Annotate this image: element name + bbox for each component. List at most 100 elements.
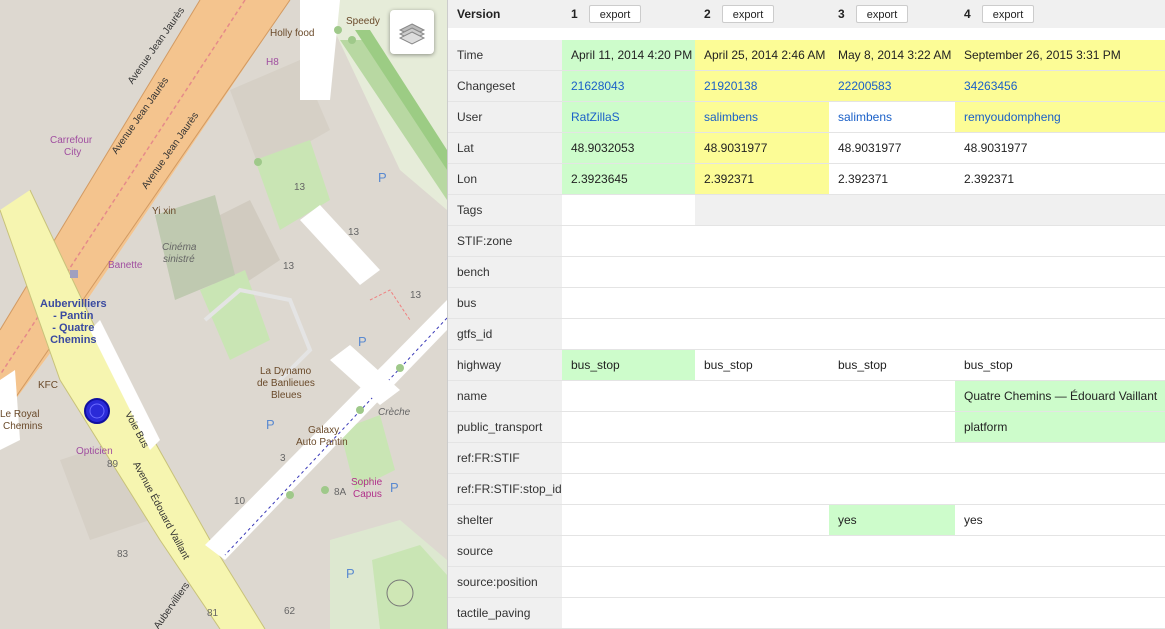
row-value-cell — [695, 195, 829, 225]
row-value-cell: yes — [829, 505, 955, 535]
row-value-cell — [562, 536, 695, 566]
row-value-cell — [829, 443, 955, 473]
row-link-cell[interactable]: RatZillaS — [562, 102, 695, 132]
row-value-cell: bus_stop — [704, 358, 753, 372]
row-value-cell — [695, 443, 829, 473]
row-value-cell — [955, 195, 1165, 225]
row-value-cell — [562, 505, 695, 535]
row-value-cell — [829, 412, 955, 442]
export-button[interactable]: export — [856, 5, 908, 23]
poi-label: Auto Pantin — [296, 437, 348, 448]
poi-label: Opticien — [76, 446, 113, 457]
row-value-cell: May 8, 2014 3:22 AM — [829, 40, 955, 70]
row-link-cell[interactable]: 34263456 — [955, 71, 1165, 101]
history-row-ref-fr-stif-stop-id: ref:FR:STIF:stop_id — [448, 474, 1165, 505]
export-button[interactable]: export — [589, 5, 641, 23]
row-value-cell: 48.9032053 — [562, 133, 695, 163]
parking-icon: P — [358, 334, 367, 349]
house-number: 13 — [348, 227, 360, 238]
version-label: Version — [457, 7, 501, 21]
row-key: name — [448, 381, 562, 411]
row-key: Lat — [448, 133, 562, 163]
row-value-cell — [955, 443, 1165, 473]
row-key: Tags — [448, 195, 562, 225]
house-number: 13 — [294, 182, 306, 193]
row-value-cell: 48.9031977 — [695, 133, 829, 163]
poi-label: Sophie — [351, 477, 383, 488]
row-value-cell: 2.392371 — [838, 172, 889, 186]
house-number: 89 — [107, 459, 119, 470]
row-key: source — [448, 536, 562, 566]
header-gap — [448, 28, 1165, 39]
history-row-public-transport: public_transport platform — [448, 412, 1165, 443]
row-value-cell — [829, 381, 955, 411]
poi-label: KFC — [38, 380, 58, 391]
layers-icon — [398, 23, 426, 45]
row-link-cell[interactable]: salimbens — [829, 102, 955, 132]
row-value-cell — [829, 319, 955, 349]
version-number: 2 — [704, 7, 711, 21]
stop-label-line: - Quatre — [52, 322, 95, 334]
row-value-cell — [695, 319, 829, 349]
row-value-cell — [955, 257, 1165, 287]
history-row-shelter: shelter yes yes — [448, 505, 1165, 536]
row-link-cell[interactable]: remyoudompheng — [955, 102, 1165, 132]
poi-label: Carrefour — [50, 135, 93, 146]
row-value-cell — [562, 226, 695, 256]
row-key: tactile_paving — [448, 598, 562, 628]
export-button[interactable]: export — [722, 5, 774, 23]
row-value-cell — [695, 381, 829, 411]
row-value-cell — [562, 598, 695, 628]
row-link-cell[interactable]: salimbens — [695, 102, 829, 132]
row-value-cell — [695, 536, 829, 566]
row-value-cell — [562, 195, 695, 225]
row-link-cell[interactable]: 22200583 — [829, 71, 955, 101]
row-value-cell — [829, 226, 955, 256]
row-value-cell — [829, 195, 955, 225]
row-key: Time — [448, 40, 562, 70]
parking-icon: P — [378, 170, 387, 185]
row-value-cell — [955, 536, 1165, 566]
house-number: 83 — [117, 549, 129, 560]
history-row-time: Time April 11, 2014 4:20 PM April 25, 2014… — [448, 40, 1165, 71]
history-row-tactile-paving: tactile_paving — [448, 598, 1165, 629]
poi-label: Galaxy — [308, 425, 340, 436]
layers-button[interactable] — [390, 10, 434, 54]
history-panel: Version 1 export 2 export 3 export 4 exp… — [447, 0, 1165, 629]
row-link-cell[interactable]: 21920138 — [695, 71, 829, 101]
row-key: bus — [448, 288, 562, 318]
row-value-cell — [562, 257, 695, 287]
history-row-highway: highway bus_stop bus_stop bus_stop bus_stop — [448, 350, 1165, 381]
parking-icon: P — [346, 566, 355, 581]
bus-stop-label: Aubervilliers - Pantin - Quatre Chemins — [40, 298, 107, 346]
row-value-cell — [829, 288, 955, 318]
history-row-stif-zone: STIF:zone — [448, 226, 1165, 257]
row-value-cell — [955, 319, 1165, 349]
version-number: 4 — [964, 7, 971, 21]
map-view[interactable]: Avenue Jean Jaurès Avenue Jean Jaurès Av… — [0, 0, 447, 629]
row-value-cell — [695, 257, 829, 287]
row-value-cell: September 26, 2015 3:31 PM — [955, 40, 1165, 70]
row-link-cell[interactable]: 21628043 — [562, 71, 695, 101]
row-key: shelter — [448, 505, 562, 535]
poi-label: Banette — [108, 260, 143, 271]
row-value-cell — [829, 536, 955, 566]
row-value-cell — [955, 226, 1165, 256]
row-value-cell: platform — [955, 412, 1165, 442]
history-row-lon: Lon 2.3923645 2.392371 2.392371 2.392371 — [448, 164, 1165, 195]
export-button[interactable]: export — [982, 5, 1034, 23]
history-row-source: source — [448, 536, 1165, 567]
row-value-cell — [562, 567, 695, 597]
row-value-cell: bus_stop — [838, 358, 887, 372]
parking-icon: P — [390, 480, 399, 495]
row-value-cell — [829, 567, 955, 597]
row-key: highway — [448, 350, 562, 380]
house-number: 62 — [284, 606, 296, 617]
row-value-cell — [695, 598, 829, 628]
history-row-bus: bus — [448, 288, 1165, 319]
history-row-user: User RatZillaS salimbens salimbens remyoudom… — [448, 102, 1165, 133]
row-key: ref:FR:STIF — [448, 443, 562, 473]
version-number: 3 — [838, 7, 845, 21]
stop-label-line: - Pantin — [53, 310, 94, 322]
row-value-cell: 2.3923645 — [562, 164, 695, 194]
